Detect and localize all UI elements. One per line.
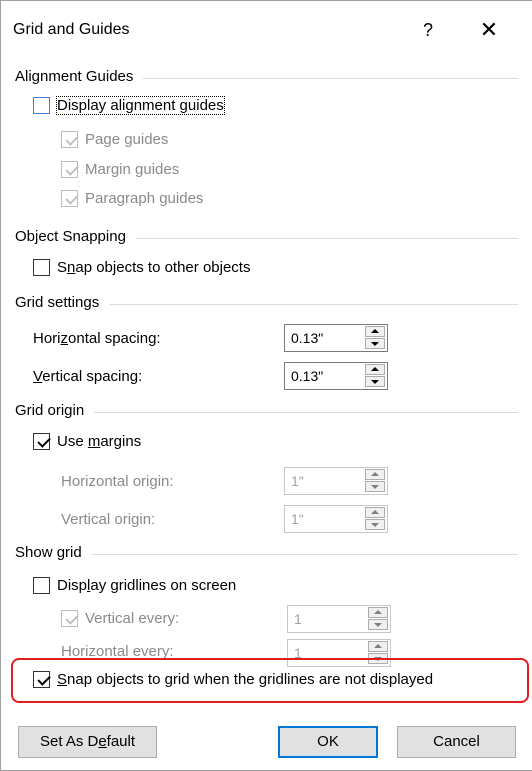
- section-grid-settings: Grid settings: [15, 294, 518, 314]
- vertical-origin-label: Vertical origin:: [61, 511, 156, 528]
- section-heading: Object Snapping: [15, 228, 136, 245]
- section-show-grid: Show grid: [15, 544, 518, 564]
- check-icon: [65, 132, 79, 146]
- dialog-title: Grid and Guides: [13, 21, 130, 38]
- spin-down-icon: [365, 519, 385, 530]
- page-guides-checkbox: Page guides: [61, 131, 168, 148]
- display-gridlines-checkbox[interactable]: Display gridlines on screen: [33, 577, 236, 594]
- vertical-every-stepper: [287, 605, 391, 633]
- set-as-default-button[interactable]: Set As Default: [18, 726, 157, 758]
- checkbox-box[interactable]: [33, 97, 50, 114]
- checkbox-label: Page guides: [85, 131, 169, 148]
- help-button[interactable]: ?: [415, 15, 441, 45]
- grid-and-guides-dialog: Grid and Guides ? ✕ Alignment Guides Dis…: [0, 0, 532, 771]
- horizontal-spacing-stepper[interactable]: [284, 324, 388, 352]
- spin-up-icon: [368, 641, 388, 652]
- section-heading: Show grid: [15, 544, 92, 561]
- section-object-snapping: Object Snapping: [15, 228, 518, 248]
- vertical-origin-input: [285, 507, 365, 531]
- check-icon: [37, 434, 51, 448]
- close-button[interactable]: ✕: [474, 15, 504, 45]
- check-icon: [65, 191, 79, 205]
- spin-up-icon[interactable]: [365, 326, 385, 337]
- margin-guides-checkbox: Margin guides: [61, 161, 179, 178]
- snap-to-grid-checkbox[interactable]: Snap objects to grid when the gridlines …: [33, 671, 434, 688]
- spin-down-icon: [368, 619, 388, 630]
- checkbox-label: Snap objects to other objects: [57, 259, 251, 276]
- spin-up-icon: [368, 607, 388, 618]
- checkbox-label: Margin guides: [85, 161, 180, 178]
- spin-down-icon[interactable]: [365, 376, 385, 387]
- cancel-button[interactable]: Cancel: [397, 726, 516, 758]
- display-alignment-guides-checkbox[interactable]: Display alignment guides: [33, 96, 225, 115]
- spin-down-icon[interactable]: [365, 338, 385, 349]
- checkbox-box[interactable]: [33, 433, 51, 450]
- horizontal-spacing-label: Horizontal spacing:: [33, 330, 161, 347]
- vertical-spacing-stepper[interactable]: [284, 362, 388, 390]
- check-icon: [37, 672, 51, 686]
- spin-up-icon[interactable]: [365, 364, 385, 375]
- vertical-spacing-input[interactable]: [285, 364, 365, 388]
- vertical-every-checkbox: Vertical every:: [61, 610, 179, 627]
- section-grid-origin: Grid origin: [15, 402, 518, 422]
- ok-button[interactable]: OK: [278, 726, 378, 758]
- checkbox-label: Display gridlines on screen: [57, 577, 237, 594]
- vertical-origin-stepper: [284, 505, 388, 533]
- section-heading: Alignment Guides: [15, 68, 144, 85]
- checkbox-box: [61, 161, 79, 178]
- section-heading: Grid origin: [15, 402, 95, 419]
- checkbox-label: Display alignment guides: [56, 96, 225, 115]
- vertical-every-input: [288, 607, 368, 631]
- checkbox-label: Vertical every:: [85, 610, 180, 627]
- checkbox-box[interactable]: [33, 577, 50, 594]
- spin-up-icon: [365, 469, 385, 480]
- checkbox-box: [61, 131, 79, 148]
- checkbox-box[interactable]: [33, 259, 50, 276]
- horizontal-origin-stepper: [284, 467, 388, 495]
- vertical-spacing-label: Vertical spacing:: [33, 368, 143, 385]
- paragraph-guides-checkbox: Paragraph guides: [61, 190, 203, 207]
- section-alignment-guides: Alignment Guides: [15, 68, 518, 88]
- use-margins-checkbox[interactable]: Use margins: [33, 433, 141, 450]
- checkbox-label: Paragraph guides: [85, 190, 204, 207]
- check-icon: [65, 162, 79, 176]
- checkbox-label: Snap objects to grid when the gridlines …: [57, 671, 434, 688]
- check-icon: [65, 611, 79, 625]
- horizontal-origin-input: [285, 469, 365, 493]
- spin-down-icon: [365, 481, 385, 492]
- section-heading: Grid settings: [15, 294, 110, 311]
- title-bar: Grid and Guides ? ✕: [1, 1, 532, 63]
- horizontal-origin-label: Horizontal origin:: [61, 473, 174, 490]
- checkbox-label: Use margins: [57, 433, 142, 450]
- horizontal-spacing-input[interactable]: [285, 326, 365, 350]
- checkbox-box: [61, 190, 79, 207]
- checkbox-box: [61, 610, 79, 627]
- spin-up-icon: [365, 507, 385, 518]
- snap-objects-checkbox[interactable]: Snap objects to other objects: [33, 259, 250, 276]
- checkbox-box[interactable]: [33, 671, 51, 688]
